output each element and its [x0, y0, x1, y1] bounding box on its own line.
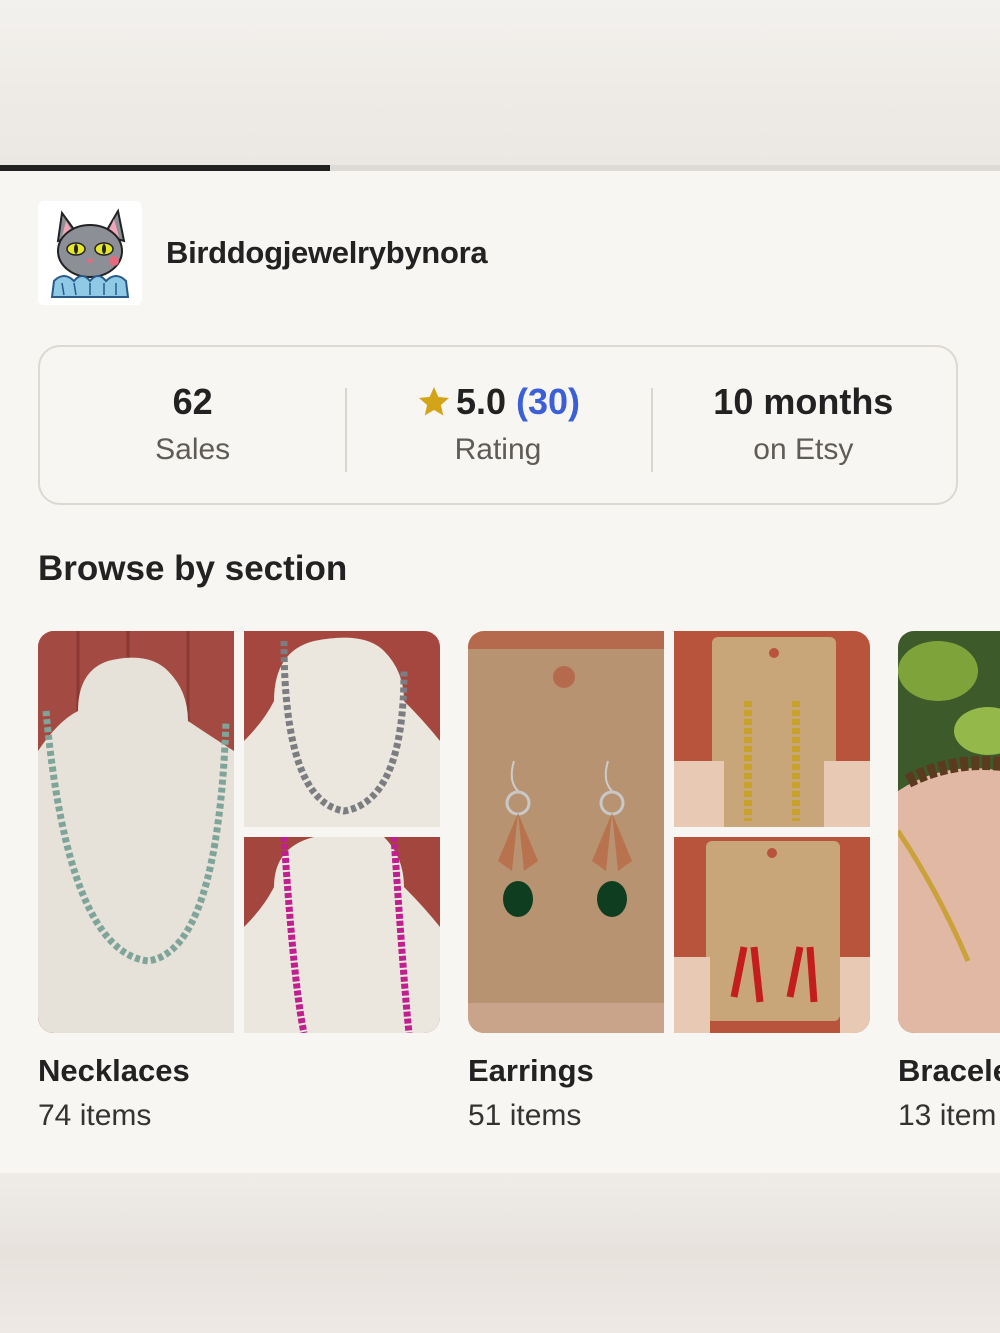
section-item-count: 13 item	[898, 1099, 997, 1132]
section-card-necklaces[interactable]: Necklaces 74 items	[38, 631, 440, 1132]
stat-rating[interactable]: 5.0 (30) Rating	[345, 380, 650, 472]
section-image-grid[interactable]	[898, 631, 1000, 1033]
shop-card[interactable]: Birddogjewelrybynora 62 Sales 5.0 (30) R…	[0, 171, 1000, 1173]
section-item-count: 74 items	[38, 1099, 152, 1132]
rating-count-link[interactable]: (30)	[516, 380, 580, 424]
shop-stats-box: 62 Sales 5.0 (30) Rating 10 months on Et…	[38, 345, 958, 505]
section-image-grid[interactable]	[38, 631, 440, 1033]
shop-header[interactable]: Birddogjewelrybynora	[38, 201, 488, 305]
section-item-count: 51 items	[468, 1099, 582, 1132]
section-name[interactable]: Earrings	[468, 1053, 594, 1089]
blurred-background-bottom	[0, 1173, 1000, 1333]
stat-sales-value: 62	[172, 381, 213, 422]
necklace-photo-top	[244, 631, 440, 827]
shop-name[interactable]: Birddogjewelrybynora	[166, 235, 488, 271]
necklace-photo-bottom	[244, 837, 440, 1033]
bracelet-photo	[898, 631, 1000, 1033]
earring-photo-bottom	[674, 837, 870, 1033]
stat-tenure: 10 months on Etsy	[650, 380, 956, 472]
browse-section-title: Browse by section	[38, 549, 348, 588]
section-image-grid[interactable]	[468, 631, 870, 1033]
rating-value: 5.0	[455, 381, 506, 422]
blurred-background-top	[0, 0, 1000, 166]
stat-sales-label: Sales	[155, 433, 231, 466]
section-card-bracelets[interactable]: Bracele 13 item	[898, 631, 1000, 1132]
cat-logo-icon	[50, 208, 130, 298]
earring-photo-large	[468, 631, 664, 1033]
necklace-photo-large	[38, 631, 234, 1033]
stat-tenure-label: on Etsy	[753, 433, 854, 466]
section-card-earrings[interactable]: Earrings 51 items	[468, 631, 870, 1132]
shop-avatar[interactable]	[38, 201, 142, 305]
section-name[interactable]: Bracele	[898, 1053, 1000, 1089]
stat-rating-value-row: 5.0 (30)	[345, 380, 650, 424]
stat-rating-label: Rating	[454, 433, 542, 466]
earring-photo-top	[674, 631, 870, 827]
stat-sales: 62 Sales	[40, 380, 345, 470]
star-icon	[418, 387, 449, 416]
section-name[interactable]: Necklaces	[38, 1053, 190, 1089]
stat-tenure-value: 10 months	[713, 381, 894, 422]
